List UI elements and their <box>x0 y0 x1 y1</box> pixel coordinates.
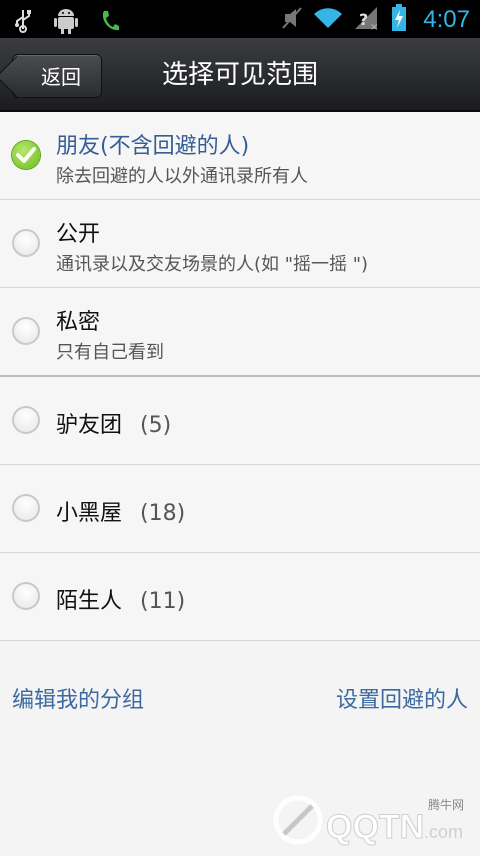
phone-icon <box>100 10 120 36</box>
svg-text:?: ? <box>359 10 368 29</box>
usb-icon <box>14 9 32 37</box>
radio-icon[interactable] <box>12 317 40 345</box>
svg-text:.com: .com <box>424 822 463 842</box>
group-item[interactable]: 小黑屋 (18) <box>0 465 480 553</box>
option-private[interactable]: 私密 只有自己看到 <box>0 288 480 377</box>
group-label: 驴友团 (5) <box>56 413 172 438</box>
watermark-tag: 腾牛网 <box>427 798 464 812</box>
svg-text:×: × <box>370 22 378 31</box>
battery-charging-icon <box>391 4 407 36</box>
group-item[interactable]: 陌生人 (11) <box>0 553 480 641</box>
radio-icon[interactable] <box>12 229 40 257</box>
option-description: 除去回避的人以外通讯录所有人 <box>56 166 308 187</box>
watermark-logo: QQTN .com 腾牛网 <box>264 790 474 852</box>
radio-icon[interactable] <box>12 494 40 522</box>
group-count: (18) <box>140 501 186 526</box>
title-bar: 返回 选择可见范围 <box>0 38 480 112</box>
wifi-icon <box>313 6 343 34</box>
option-label: 公开 <box>56 222 101 247</box>
group-count: (5) <box>140 413 172 438</box>
radio-icon[interactable] <box>12 582 40 610</box>
mute-icon <box>281 6 303 34</box>
option-description: 通讯录以及交友场景的人(如 "摇一摇 ") <box>56 254 369 275</box>
option-public[interactable]: 公开 通讯录以及交友场景的人(如 "摇一摇 ") <box>0 200 480 288</box>
option-friends[interactable]: 朋友(不含回避的人) 除去回避的人以外通讯录所有人 <box>0 112 480 200</box>
checked-radio-icon[interactable] <box>12 141 40 169</box>
back-button[interactable]: 返回 <box>12 54 102 98</box>
svg-text:QQTN: QQTN <box>326 808 424 846</box>
android-debug-icon <box>54 8 78 38</box>
set-avoid-link[interactable]: 设置回避的人 <box>336 682 468 714</box>
group-count: (11) <box>140 589 186 614</box>
edit-groups-link[interactable]: 编辑我的分组 <box>12 682 144 714</box>
group-label: 小黑屋 (18) <box>56 501 186 526</box>
clock: 4:07 <box>423 6 470 33</box>
option-description: 只有自己看到 <box>56 342 164 363</box>
back-button-label: 返回 <box>41 65 81 89</box>
no-signal-icon: ? × <box>353 5 381 35</box>
group-item[interactable]: 驴友团 (5) <box>0 377 480 465</box>
radio-icon[interactable] <box>12 406 40 434</box>
status-bar: ? × 4:07 <box>0 0 480 38</box>
option-label: 私密 <box>56 310 101 335</box>
visibility-options-list: 朋友(不含回避的人) 除去回避的人以外通讯录所有人 公开 通讯录以及交友场景的人… <box>0 112 480 641</box>
group-label: 陌生人 (11) <box>56 589 186 614</box>
option-label: 朋友(不含回避的人) <box>56 134 250 159</box>
